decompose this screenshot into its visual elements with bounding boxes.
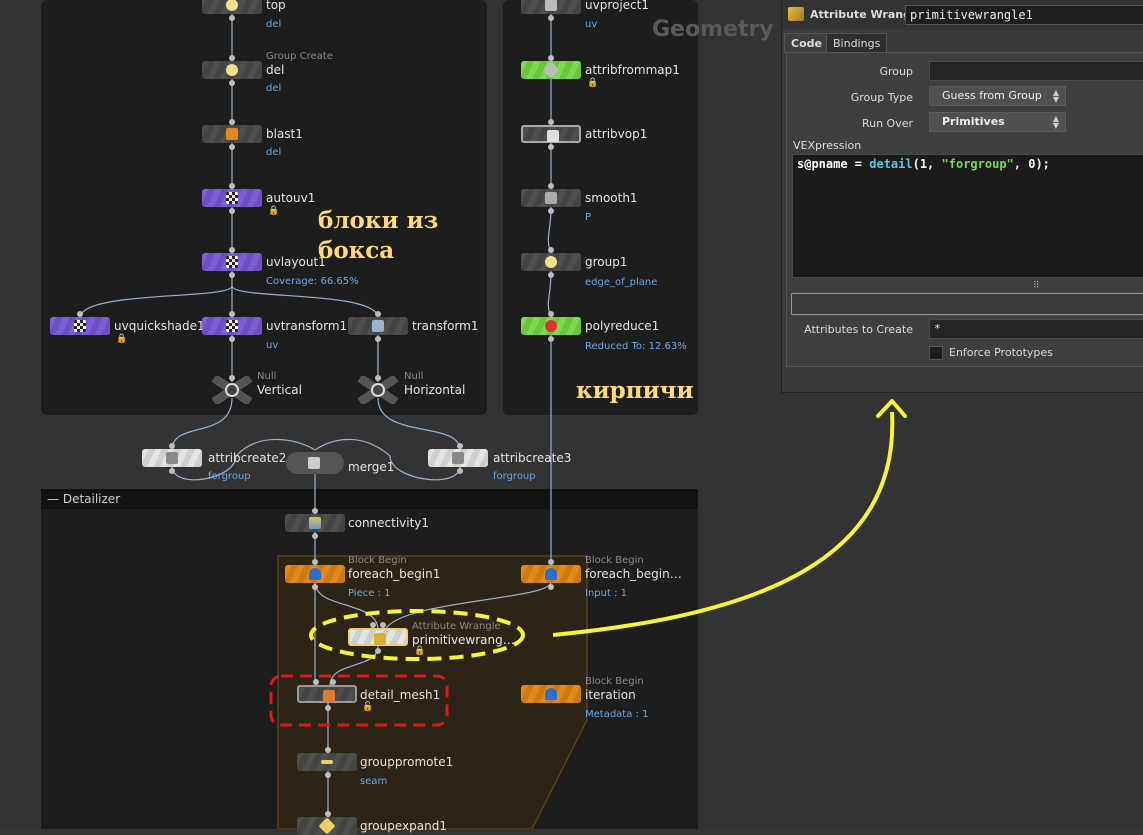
yellow-arrow <box>552 411 895 637</box>
code-token: , 0); <box>1013 157 1050 171</box>
group-label: Group <box>879 65 914 78</box>
node-name-field[interactable]: primitivewrangle1 <box>905 5 1143 25</box>
vex-label: VEXpression <box>793 139 862 152</box>
red-dashed-rect <box>269 674 449 727</box>
parameter-panel: Attribute Wrangle primitivewrangle1 Code… <box>781 0 1143 393</box>
code-token: "forgroup" <box>941 157 1014 171</box>
tab-bindings[interactable]: Bindings <box>826 33 888 53</box>
tab-code[interactable]: Code <box>784 33 829 53</box>
panel-header: Attribute Wrangle primitivewrangle1 <box>782 0 1143 30</box>
code-token: detail <box>869 157 913 171</box>
vex-code-editor[interactable]: s@pname = detail(1, "forgroup", 0); <box>792 154 1143 278</box>
run-over-label: Run Over <box>861 117 913 130</box>
enforce-label: Enforce Prototypes <box>949 346 1053 359</box>
chevron-updown-icon: ▲ ▼ <box>1052 88 1059 104</box>
chevron-updown-icon: ▲ ▼ <box>1052 114 1059 130</box>
resize-handle-icon[interactable]: ⠿ <box>1033 281 1040 291</box>
enforce-checkbox[interactable] <box>929 346 943 360</box>
attributes-label: Attributes to Create <box>804 323 913 336</box>
group-type-label: Group Type <box>850 91 913 104</box>
status-bar <box>791 293 1143 315</box>
attributes-field[interactable]: * <box>929 319 1143 339</box>
group-type-value: Guess from Group <box>942 89 1042 102</box>
wrangle-icon <box>788 7 804 21</box>
code-token: s@pname = <box>797 157 870 171</box>
run-over-value: Primitives <box>942 115 1005 128</box>
group-field[interactable] <box>929 61 1143 81</box>
code-tab-content: Group Group Type Guess from Group ▲ ▼ Run … <box>786 52 1143 367</box>
group-type-dropdown[interactable]: Guess from Group ▲ ▼ <box>929 86 1066 106</box>
yellow-dashed-ellipse <box>309 609 525 661</box>
code-token: (1, <box>912 157 942 171</box>
run-over-dropdown[interactable]: Primitives ▲ ▼ <box>929 112 1066 132</box>
